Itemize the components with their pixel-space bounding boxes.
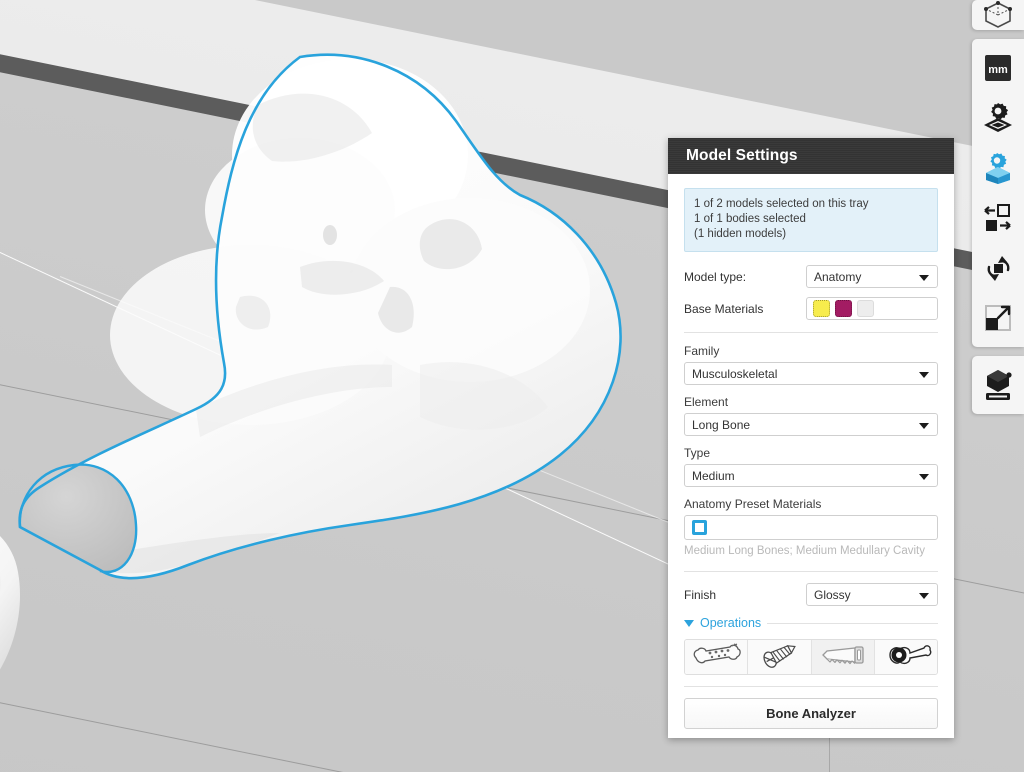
bone-ball-icon: [880, 642, 932, 673]
element-block: Element Long Bone: [684, 395, 938, 436]
toolbar-group-tray: [972, 356, 1024, 414]
saw-icon: [817, 642, 869, 673]
divider: [684, 332, 938, 333]
element-value: Long Bone: [692, 417, 751, 432]
model-settings-icon: [981, 151, 1015, 185]
element-label: Element: [684, 395, 729, 409]
toolbar-group-view: [972, 0, 1024, 30]
operations-label: Operations: [700, 616, 762, 630]
units-mm-button[interactable]: mm: [974, 43, 1022, 93]
panel-title: Model Settings: [686, 147, 798, 164]
panel-header: Model Settings: [668, 138, 954, 174]
chevron-down-icon: [919, 422, 929, 429]
finish-dropdown[interactable]: Glossy: [806, 583, 938, 606]
bone-plate-operation-button[interactable]: [685, 640, 749, 674]
place-on-tray-icon: [980, 367, 1016, 403]
model-type-row: Model type: Anatomy: [684, 265, 938, 288]
finish-label: Finish: [684, 587, 717, 602]
selected-bone-model[interactable]: [0, 35, 660, 595]
place-on-tray-button[interactable]: [974, 360, 1022, 410]
chevron-down-icon: [919, 371, 929, 378]
info-line-2: 1 of 1 bodies selected: [694, 213, 806, 225]
toolbar-group-tools: mm: [972, 39, 1024, 347]
layer-settings-icon: [981, 101, 1015, 135]
material-swatch-magenta[interactable]: [835, 300, 852, 317]
anatomy-preset-materials-field[interactable]: [684, 515, 938, 540]
divider: [684, 571, 938, 572]
model-type-value: Anatomy: [814, 269, 862, 284]
model-settings-panel: Model Settings 1 of 2 models selected on…: [668, 138, 954, 738]
type-block: Type Medium: [684, 446, 938, 487]
model-type-dropdown[interactable]: Anatomy: [806, 265, 938, 288]
type-label: Type: [684, 446, 711, 460]
svg-text:mm: mm: [988, 64, 1008, 76]
screw-icon: [755, 642, 803, 673]
finish-row: Finish Glossy: [684, 583, 938, 606]
family-block: Family Musculoskeletal: [684, 344, 938, 385]
bone-analyzer-button[interactable]: Bone Analyzer: [684, 698, 938, 729]
triangle-down-icon: [684, 619, 694, 627]
right-toolbar: mm: [968, 0, 1024, 414]
chevron-down-icon: [919, 274, 929, 281]
bounding-box-button[interactable]: [974, 0, 1022, 30]
chevron-down-icon: [919, 473, 929, 480]
section-rule: [767, 622, 938, 624]
layer-settings-button[interactable]: [974, 93, 1022, 143]
family-dropdown[interactable]: Musculoskeletal: [684, 362, 938, 385]
material-swatch-empty[interactable]: [857, 300, 874, 317]
finish-value: Glossy: [814, 587, 851, 602]
scale-icon: [981, 301, 1015, 335]
operations-section-header[interactable]: Operations: [684, 616, 938, 630]
anatomy-preset-materials-block: Anatomy Preset Materials Medium Long Bon…: [684, 497, 938, 559]
info-line-1: 1 of 2 models selected on this tray: [694, 198, 869, 210]
anatomy-preset-swatch[interactable]: [692, 520, 707, 535]
chevron-down-icon: [919, 592, 929, 599]
anatomy-preset-materials-label: Anatomy Preset Materials: [684, 497, 822, 511]
type-dropdown[interactable]: Medium: [684, 464, 938, 487]
info-line-3: (1 hidden models): [694, 228, 787, 240]
family-value: Musculoskeletal: [692, 366, 778, 381]
selection-info-box: 1 of 2 models selected on this tray 1 of…: [684, 188, 938, 252]
rotate-icon: [981, 251, 1015, 285]
base-materials-label: Base Materials: [684, 301, 764, 316]
family-label: Family: [684, 344, 720, 358]
material-swatch-yellow[interactable]: [813, 300, 830, 317]
anatomy-preset-hint: Medium Long Bones; Medium Medullary Cavi…: [684, 545, 925, 557]
element-dropdown[interactable]: Long Bone: [684, 413, 938, 436]
application-window: mm Model Settings 1 of 2 models selected…: [0, 0, 1024, 772]
model-settings-button[interactable]: [974, 143, 1022, 193]
saw-cut-operation-button[interactable]: [811, 640, 875, 674]
operations-buttons: [684, 639, 938, 675]
bone-plate-icon: [690, 642, 742, 673]
units-mm-icon: mm: [983, 53, 1013, 83]
move-icon: [981, 201, 1015, 235]
model-type-label: Model type:: [684, 269, 747, 284]
base-materials-swatches[interactable]: [806, 297, 938, 320]
bounding-box-icon: [982, 0, 1014, 31]
rotate-button[interactable]: [974, 243, 1022, 293]
secondary-bone-model[interactable]: [0, 510, 80, 770]
base-materials-row: Base Materials: [684, 297, 938, 320]
panel-body: 1 of 2 models selected on this tray 1 of…: [668, 174, 954, 738]
move-button[interactable]: [974, 193, 1022, 243]
bone-drill-operation-button[interactable]: [874, 640, 937, 674]
grid-line-vertical: [829, 735, 830, 772]
screw-operation-button[interactable]: [748, 640, 812, 674]
type-value: Medium: [692, 468, 735, 483]
scale-button[interactable]: [974, 293, 1022, 343]
divider: [684, 686, 938, 687]
